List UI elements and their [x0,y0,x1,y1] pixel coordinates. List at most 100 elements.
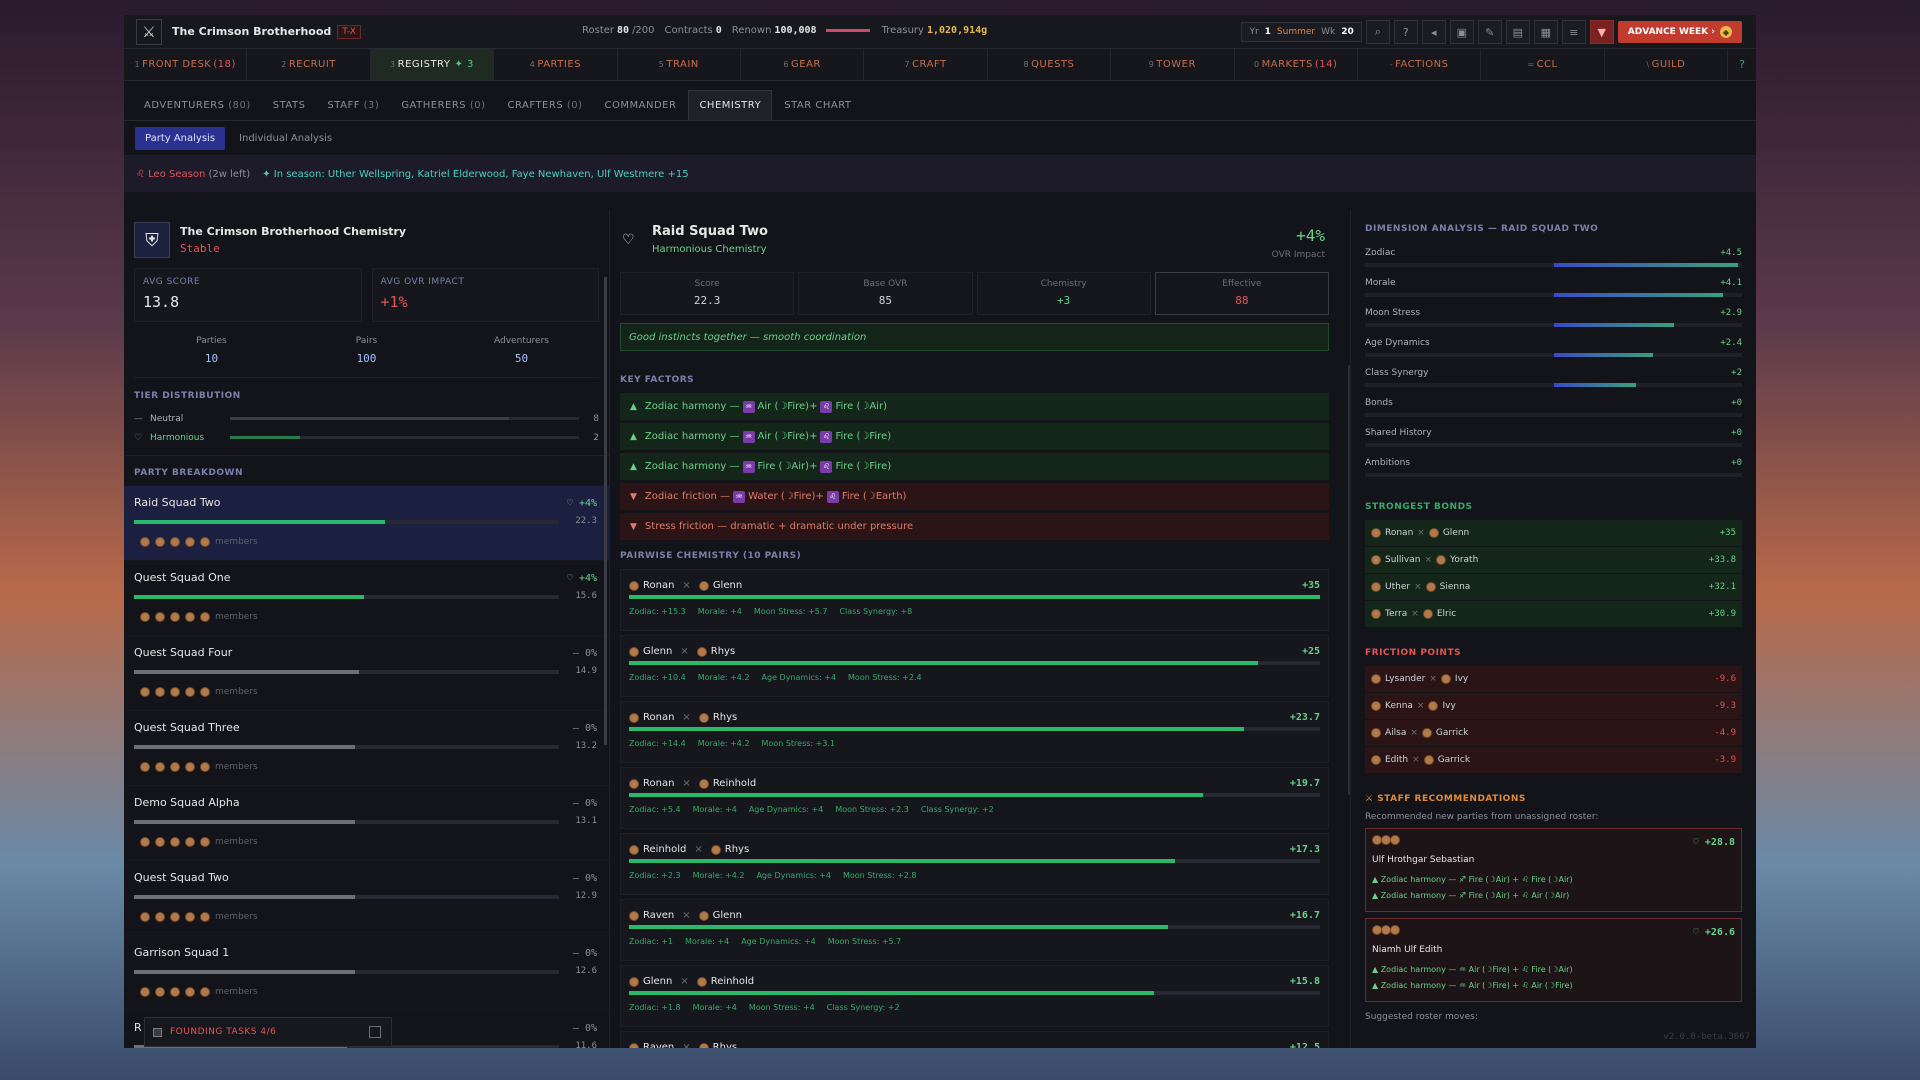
nav-tab-craft[interactable]: 7 CRAFT [864,49,988,80]
pair-card[interactable]: Ronan × Glenn +35 Zodiac: +15.3 Morale: +4 Moo… [620,569,1329,631]
dimension-value: +2 [1731,368,1742,378]
analysis-column: DIMENSION ANALYSIS — RAID SQUAD TWO Zodi… [1350,210,1756,1048]
members-label: members [215,837,258,847]
nav-tab-key: 2 [281,60,287,69]
nav-tab-key: - [1389,60,1394,69]
factor-text: Zodiac friction — [644,491,731,502]
pair-card[interactable]: Glenn × Rhys +25 Zodiac: +10.4 Morale: +4.2 Ag… [620,635,1329,697]
subtab-stats[interactable]: STATS [263,91,316,120]
recommendation-card[interactable]: ♡ +28.8 Ulf Hrothgar Sebastian ▲ Zodiac ha… [1365,828,1742,912]
friction-row[interactable]: Edith × Garrick -3.9 [1365,747,1742,773]
subtab-commander[interactable]: COMMANDER [595,91,687,120]
friction-row[interactable]: Kenna × Ivy -9.3 [1365,693,1742,719]
members-label: members [215,612,258,622]
nav-tab-ccl[interactable]: = CCL [1481,49,1605,80]
pair-detail: Morale: +4.2 [697,739,750,748]
pair-card[interactable]: Raven × Rhys +12.5 [620,1031,1329,1048]
bonds-row[interactable]: Ronan × Glenn +35 [1365,520,1742,546]
sound-icon[interactable]: ◂ [1421,20,1446,44]
expand-icon[interactable] [369,1026,381,1038]
guild-logo-icon[interactable]: ⚔ [136,18,162,45]
rec-factor: ▲ Zodiac harmony — ♐ Fire (☽Air) + ♌ Fir… [1372,875,1573,884]
score-value: 22.3 [693,294,721,307]
nav-tab-recruit[interactable]: 2 RECRUIT [247,49,371,80]
pair-value: +33.8 [1708,555,1736,565]
bonds-row[interactable]: Terra × Elric +30.9 [1365,601,1742,627]
party-impact-value: — 0% [572,648,597,659]
dimension-value: +2.4 [1720,338,1742,348]
subtab-chemistry[interactable]: CHEMISTRY [688,90,773,120]
nav-tab-guild[interactable]: \ GUILD [1605,49,1729,80]
bonds-row[interactable]: Sullivan × Yorath +33.8 [1365,547,1742,573]
nav-tab-tower[interactable]: 9 TOWER [1111,49,1235,80]
party-row[interactable]: Raid Squad Two ♡ +4% 22.3 members [124,486,609,561]
dimension-bar [1365,293,1742,297]
avg-score-value: 13.8 [143,293,180,311]
pair-card[interactable]: Ronan × Rhys +23.7 Zodiac: +14.4 Morale: +4.2… [620,701,1329,763]
party-impact-value: +4% [578,573,597,584]
nav-tab-quests[interactable]: 8 QUESTS [988,49,1112,80]
party-row[interactable]: Demo Squad Alpha — 0% 13.1 members [124,786,609,861]
party-impact: — 0% [573,798,597,809]
subtab-star-chart[interactable]: STAR CHART [774,91,861,120]
book-icon[interactable]: ▤ [1505,20,1530,44]
pair-b: Reinhold [712,778,757,789]
dimension-name: Shared History [1365,428,1432,438]
alert-icon[interactable]: ▼ [1589,20,1614,44]
nav-tab-gear[interactable]: 6 GEAR [741,49,865,80]
recommendation-card[interactable]: ♡ +26.6 Niamh Ulf Edith ▲ Zodiac harmony —… [1365,918,1742,1002]
party-analysis-tab[interactable]: Party Analysis [135,126,226,150]
individual-analysis-tab[interactable]: Individual Analysis [229,127,342,150]
nav-help-icon[interactable]: ? [1728,49,1756,80]
subtab-adventurers[interactable]: ADVENTURERS (80) [134,91,261,120]
pair-details: Zodiac: +14.4 Morale: +4.2 Moon Stress: +3… [629,739,847,748]
pair-card[interactable]: Ronan × Reinhold +19.7 Zodiac: +5.4 Morale: +… [620,767,1329,829]
party-score-fill [134,970,355,974]
times-icon: × [680,976,689,987]
nav-tab-registry[interactable]: 3 REGISTRY ✦ 3 [370,49,495,80]
pair-names: Reinhold × Rhys [629,844,749,855]
pair-bar-fill [629,793,1203,797]
pair-b: Reinhold [710,976,755,987]
subtab-label: STAFF [327,100,360,111]
zodiac-sign-icon: ♌ [820,400,833,413]
nav-tab-train[interactable]: 5 TRAIN [618,49,741,80]
members-label: members [215,987,258,997]
left-scrollbar[interactable] [604,277,607,745]
screenshot-icon[interactable]: ▣ [1449,20,1474,44]
party-score-fill [134,520,385,524]
founding-tasks-panel[interactable]: FOUNDING TASKS 4/6 [144,1017,392,1047]
bonds-row[interactable]: Uther × Sienna +32.1 [1365,574,1742,600]
subtab-gatherers[interactable]: GATHERERS (0) [391,91,495,120]
log-icon[interactable]: ≡ [1561,20,1586,44]
search-icon[interactable]: ⌕ [1365,20,1390,44]
friction-row[interactable]: Ailsa × Garrick -4.9 [1365,720,1742,746]
pair-card[interactable]: Raven × Glenn +16.7 Zodiac: +1 Morale: +4 Age … [620,899,1329,961]
party-name: Quest Squad One [134,571,231,584]
pair-detail: Morale: +4 [692,1003,737,1012]
friction-row[interactable]: Lysander × Ivy -9.6 [1365,666,1742,692]
advance-week-button[interactable]: ADVANCE WEEK › ◆ [1617,21,1742,43]
nav-tab-parties[interactable]: 4 PARTIES [494,49,618,80]
party-row[interactable]: Quest Squad Two — 0% 12.9 members [124,861,609,936]
party-row[interactable]: Garrison Squad 1 — 0% 12.6 members [124,936,609,1011]
pair-card[interactable]: Reinhold × Rhys +17.3 Zodiac: +2.3 Morale: +4… [620,833,1329,895]
help-icon[interactable]: ? [1393,20,1418,44]
nav-tab-front-desk[interactable]: 1 FRONT DESK (18) [124,49,248,80]
party-row[interactable]: Quest Squad One ♡ +4% 15.6 members [124,561,609,636]
tier-count: 2 [593,432,599,443]
pair-card[interactable]: Glenn × Reinhold +15.8 Zodiac: +1.8 Morale: +… [620,965,1329,1027]
subtab-crafters[interactable]: CRAFTERS (0) [498,91,593,120]
party-row[interactable]: Quest Squad Four — 0% 14.9 members [124,636,609,711]
nav-tab-factions[interactable]: - FACTIONS [1358,49,1482,80]
nav-tab-markets[interactable]: 0 MARKETS (14) [1235,49,1358,80]
avatar [1436,555,1447,565]
nav-tab-key: 5 [658,60,665,69]
pair-bar-fill [629,595,1320,599]
subtab-staff[interactable]: STAFF (3) [317,91,389,120]
party-score-fill [134,670,360,674]
edit-icon[interactable]: ✎ [1477,20,1502,44]
party-row[interactable]: Quest Squad Three — 0% 13.2 members [124,711,609,786]
calendar-icon[interactable]: ▦ [1533,20,1558,44]
times-icon: × [1429,674,1437,684]
